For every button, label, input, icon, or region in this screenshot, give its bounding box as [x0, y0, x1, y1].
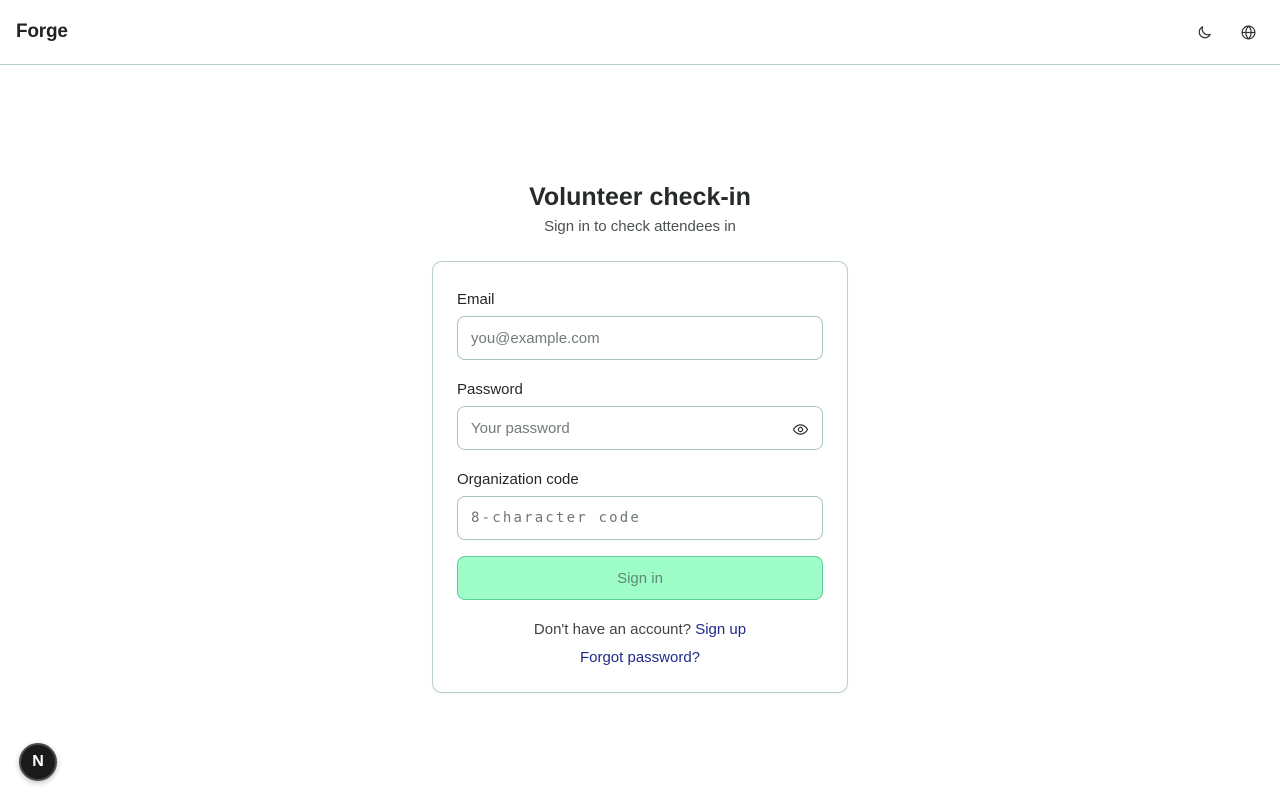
top-bar: Forge [0, 0, 1280, 65]
globe-icon [1241, 25, 1255, 39]
email-label: Email [457, 291, 495, 308]
password-label: Password [457, 381, 523, 398]
brand-logo[interactable]: Forge [16, 21, 68, 43]
org-code-placeholder: 8-character code [471, 510, 642, 526]
password-placeholder: Your password [471, 419, 570, 437]
language-button[interactable] [1232, 16, 1264, 48]
page-title: Volunteer check-in [529, 183, 751, 211]
sign-in-card: Email you@example.com Password Your pass… [432, 261, 848, 693]
header-actions [1188, 16, 1264, 48]
forgot-password-row: Forgot password? [433, 649, 847, 666]
signup-row: Don't have an account? Sign up [433, 621, 847, 638]
forgot-password-link[interactable]: Forgot password? [580, 649, 700, 666]
org-code-field[interactable]: 8-character code [457, 496, 823, 540]
show-password-button[interactable] [790, 419, 810, 439]
moon-icon [1198, 25, 1211, 38]
email-field[interactable]: you@example.com [457, 316, 823, 360]
signup-prompt: Don't have an account? [533, 621, 692, 638]
theme-toggle-button[interactable] [1188, 16, 1220, 48]
signup-link[interactable]: Sign up [695, 621, 746, 638]
org-code-label: Organization code [457, 471, 579, 488]
sign-in-button[interactable]: Sign in [457, 556, 823, 600]
page-subtitle: Sign in to check attendees in [544, 218, 736, 235]
dev-tools-badge[interactable]: N [19, 743, 57, 781]
eye-icon [792, 423, 808, 435]
email-placeholder: you@example.com [471, 329, 600, 347]
password-field[interactable]: Your password [457, 406, 823, 450]
